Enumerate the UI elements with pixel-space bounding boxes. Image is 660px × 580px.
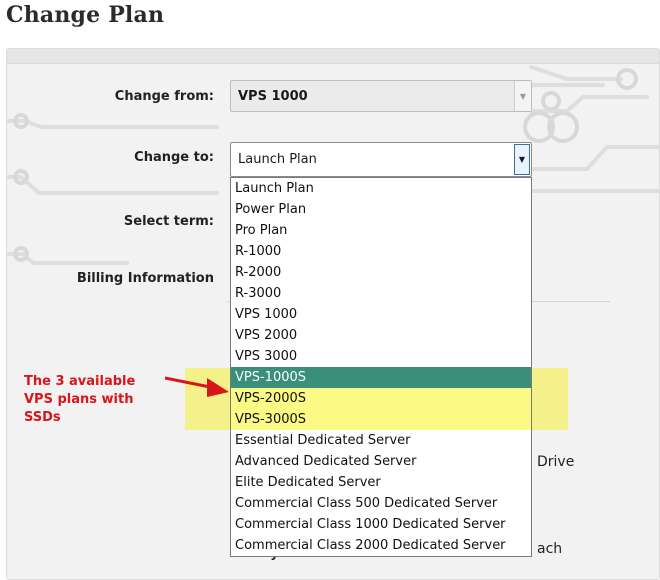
dropdown-option[interactable]: Advanced Dedicated Server [231, 451, 531, 472]
page-title: Change Plan [6, 2, 165, 28]
change-from-value: VPS 1000 [238, 88, 308, 104]
select-term-label: Select term: [123, 214, 214, 229]
chevron-down-icon[interactable]: ▼ [514, 144, 530, 175]
change-to-value: Launch Plan [238, 152, 317, 167]
dropdown-option[interactable]: R-2000 [231, 262, 531, 283]
red-arrow-icon [164, 376, 229, 397]
change-to-select[interactable]: Launch Plan ▼ [230, 142, 532, 177]
dropdown-option[interactable]: R-3000 [231, 283, 531, 304]
dropdown-option-ssd[interactable]: VPS-3000S [231, 409, 531, 430]
change-to-label: Change to: [134, 150, 214, 165]
dropdown-option[interactable]: Commercial Class 500 Dedicated Server [231, 493, 531, 514]
change-from-select: VPS 1000 ▼ [230, 80, 532, 112]
partial-field-text: Drive [537, 454, 575, 470]
ssd-annotation-text: The 3 available VPS plans with SSDs [24, 374, 136, 425]
billing-information-heading: Billing Information [76, 271, 214, 286]
change-from-label: Change from: [114, 89, 214, 104]
dropdown-option[interactable]: Launch Plan [231, 178, 531, 199]
chevron-down-icon: ▼ [514, 81, 531, 111]
dropdown-option[interactable]: Essential Dedicated Server [231, 430, 531, 451]
dropdown-option[interactable]: R-1000 [231, 241, 531, 262]
dropdown-option[interactable]: VPS 3000 [231, 346, 531, 367]
dropdown-option[interactable]: Power Plan [231, 199, 531, 220]
plan-dropdown-list[interactable]: Launch Plan Power Plan Pro Plan R-1000 R… [230, 177, 532, 557]
dropdown-option[interactable]: Commercial Class 2000 Dedicated Server [231, 535, 531, 556]
dropdown-option[interactable]: VPS 2000 [231, 325, 531, 346]
dropdown-option[interactable]: VPS 1000 [231, 304, 531, 325]
dropdown-option-hovered[interactable]: VPS-1000S [231, 367, 531, 388]
partial-city-value: ach [537, 541, 563, 557]
dropdown-option[interactable]: Pro Plan [231, 220, 531, 241]
dropdown-option[interactable]: Elite Dedicated Server [231, 472, 531, 493]
dropdown-option[interactable]: Commercial Class 1000 Dedicated Server [231, 514, 531, 535]
dropdown-option-ssd[interactable]: VPS-2000S [231, 388, 531, 409]
